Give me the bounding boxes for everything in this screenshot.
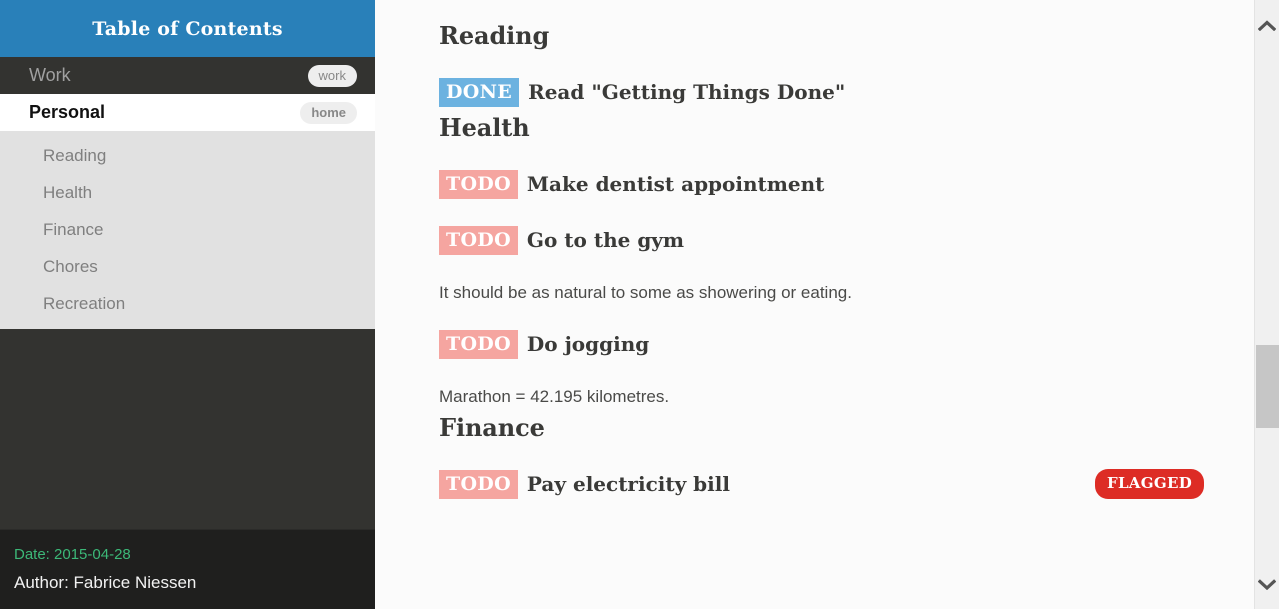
chevron-down-icon bbox=[1258, 578, 1276, 590]
sidebar-item-work-label: Work bbox=[29, 65, 71, 85]
scroll-up-button[interactable] bbox=[1255, 6, 1279, 44]
sidebar-item-finance-label: Finance bbox=[43, 219, 104, 239]
scroll-down-button[interactable] bbox=[1255, 565, 1279, 603]
sidebar-item-personal[interactable]: Personal home bbox=[0, 94, 375, 131]
toc-sub-list: Reading Health Finance Chores Recreation bbox=[0, 131, 375, 329]
task-title: Go to the gym bbox=[526, 228, 685, 252]
sidebar-item-chores-label: Chores bbox=[43, 256, 98, 276]
task-note: Marathon = 42.195 kilometres. bbox=[439, 387, 670, 406]
footer-author: Author: Fabrice Niessen bbox=[14, 573, 197, 592]
sidebar-tag-home[interactable]: home bbox=[300, 101, 357, 124]
sidebar-item-chores[interactable]: Chores bbox=[0, 248, 375, 285]
chevron-up-icon bbox=[1258, 19, 1276, 31]
keyword-badge-todo[interactable]: TODO bbox=[439, 169, 518, 199]
task-row[interactable]: TODO Make dentist appointment bbox=[439, 166, 1214, 202]
keyword-badge-todo[interactable]: TODO bbox=[439, 329, 518, 359]
sidebar-item-health[interactable]: Health bbox=[0, 174, 375, 211]
app-root: Table of Contents Work work Personal hom… bbox=[0, 0, 1279, 609]
sidebar-footer: Date: 2015-04-28 Author: Fabrice Niessen bbox=[0, 529, 375, 609]
section-heading-finance: Finance bbox=[439, 413, 545, 442]
task-title: Read "Getting Things Done" bbox=[528, 80, 846, 104]
sidebar-item-work[interactable]: Work work bbox=[0, 57, 375, 94]
footer-date: Date: 2015-04-28 bbox=[14, 546, 131, 563]
task-row[interactable]: TODO Do jogging bbox=[439, 326, 1214, 362]
sidebar-empty-space bbox=[0, 329, 375, 529]
task-title: Do jogging bbox=[526, 332, 650, 356]
keyword-badge-todo[interactable]: TODO bbox=[439, 225, 518, 255]
section-heading-reading: Reading bbox=[439, 21, 550, 50]
section-heading-health: Health bbox=[439, 113, 530, 142]
sidebar-item-recreation[interactable]: Recreation bbox=[0, 285, 375, 322]
document-body: Reading DONE Read "Getting Things Done" … bbox=[375, 0, 1254, 502]
scrollbar-thumb[interactable] bbox=[1256, 345, 1279, 428]
task-title: Pay electricity bill bbox=[526, 472, 730, 496]
sidebar-item-reading[interactable]: Reading bbox=[0, 137, 375, 174]
task-note: It should be as natural to some as showe… bbox=[439, 283, 852, 302]
task-row[interactable]: TODO Pay electricity bill FLAGGED bbox=[439, 466, 1214, 502]
table-of-contents-sidebar: Table of Contents Work work Personal hom… bbox=[0, 0, 375, 609]
sidebar-item-recreation-label: Recreation bbox=[43, 293, 126, 313]
sidebar-item-personal-label: Personal bbox=[29, 102, 106, 122]
sidebar-item-finance[interactable]: Finance bbox=[0, 211, 375, 248]
document-content: Reading DONE Read "Getting Things Done" … bbox=[375, 0, 1254, 609]
toc-header-title: Table of Contents bbox=[92, 17, 283, 40]
keyword-badge-todo[interactable]: TODO bbox=[439, 469, 518, 499]
vertical-scrollbar[interactable] bbox=[1254, 0, 1279, 609]
sidebar-tag-work[interactable]: work bbox=[307, 64, 357, 87]
task-title: Make dentist appointment bbox=[526, 172, 825, 196]
toc-header: Table of Contents bbox=[0, 0, 375, 57]
sidebar-item-reading-label: Reading bbox=[43, 145, 107, 165]
status-badge-flagged[interactable]: FLAGGED bbox=[1095, 469, 1204, 499]
sidebar-item-health-label: Health bbox=[43, 182, 93, 202]
keyword-badge-done[interactable]: DONE bbox=[439, 77, 520, 107]
toc-top-level-list: Work work Personal home Reading Health F… bbox=[0, 57, 375, 329]
task-row[interactable]: DONE Read "Getting Things Done" bbox=[439, 74, 1214, 110]
task-row[interactable]: TODO Go to the gym bbox=[439, 222, 1214, 258]
